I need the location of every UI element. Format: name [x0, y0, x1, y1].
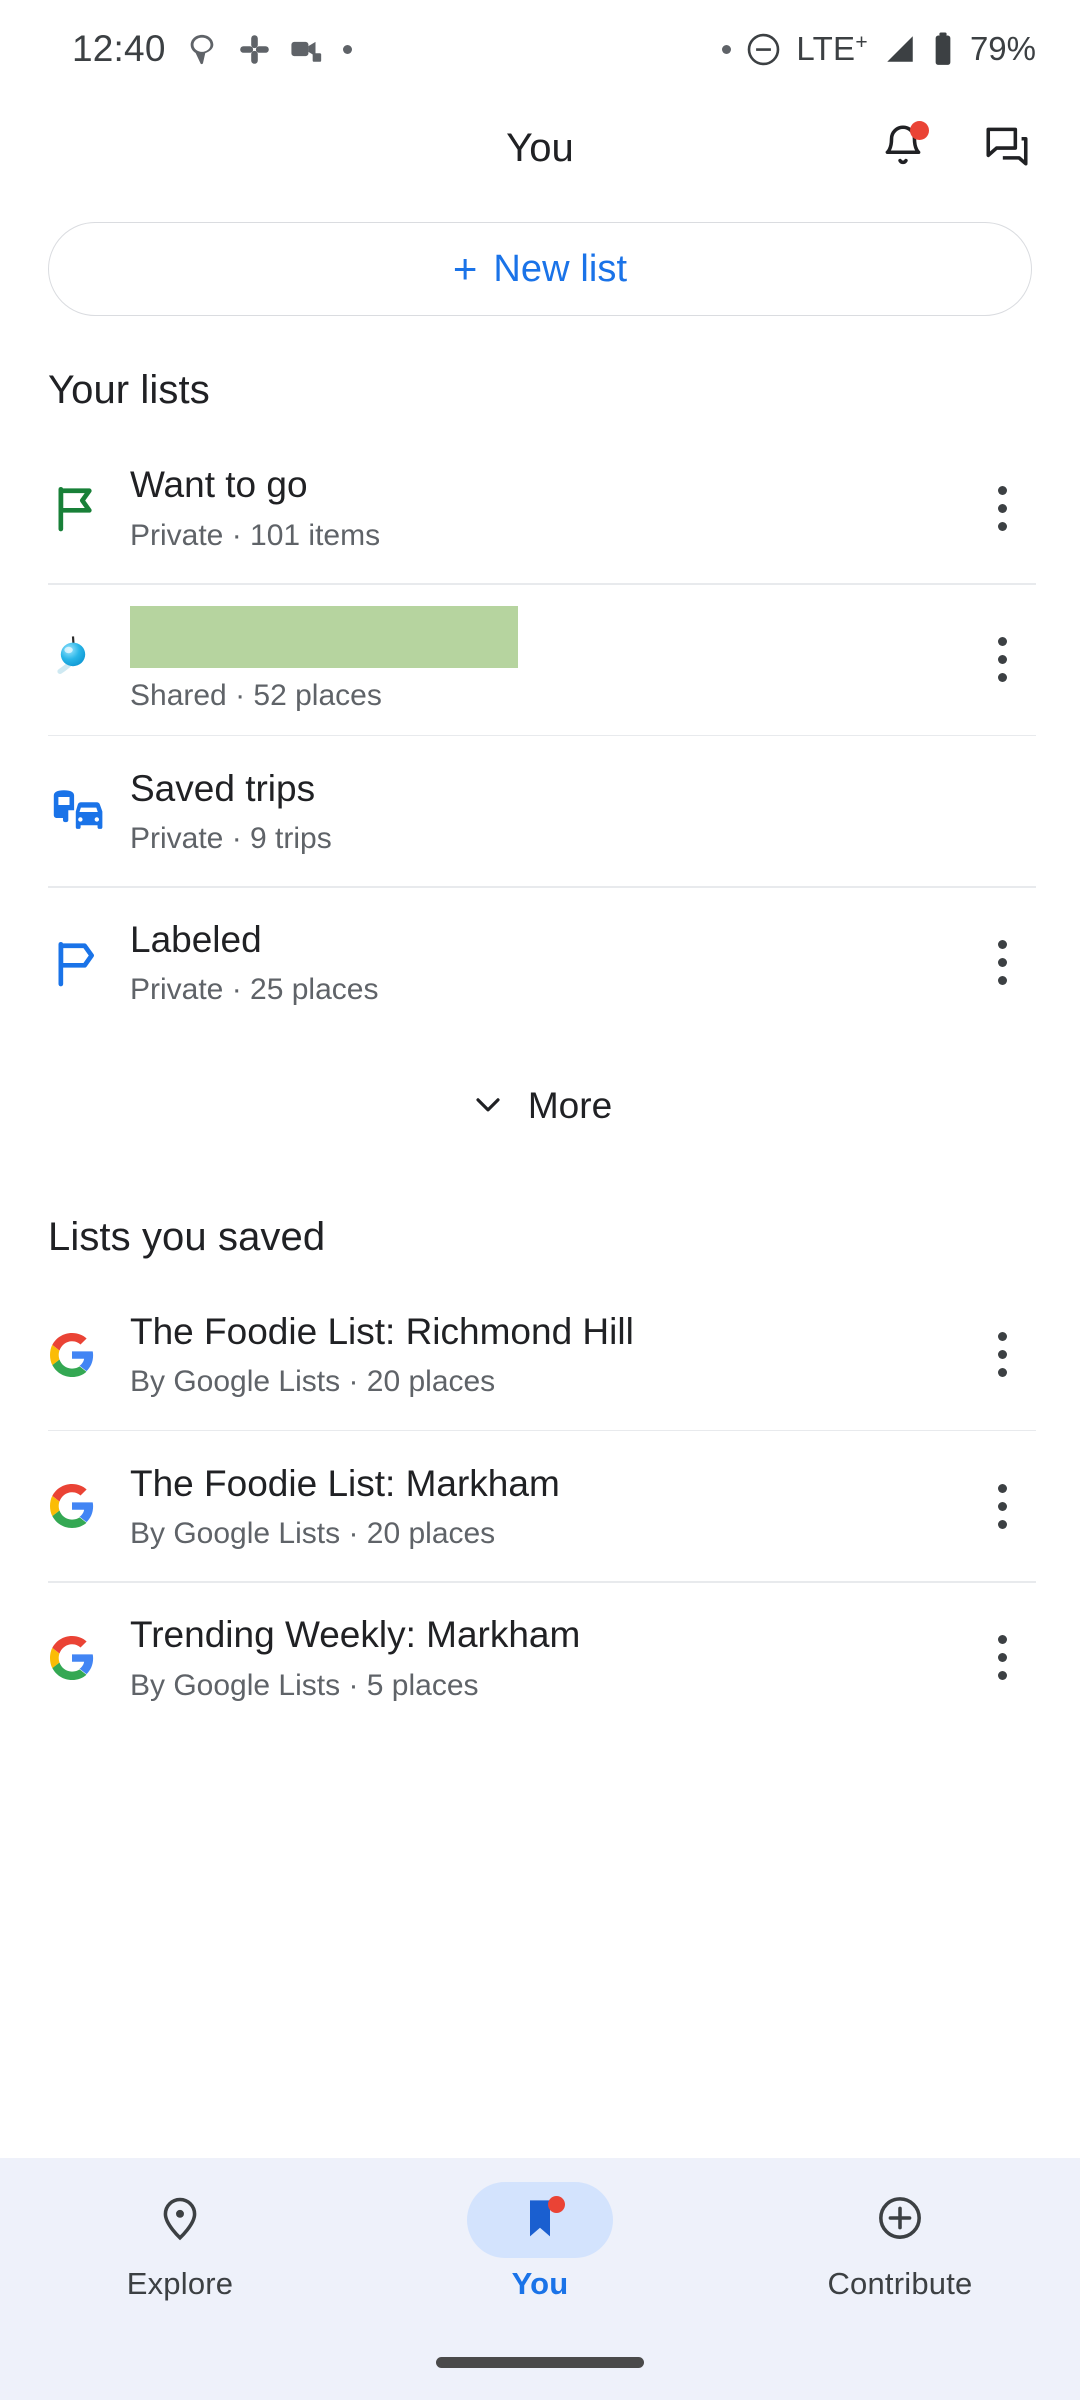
plus-circle-icon — [875, 2193, 925, 2248]
network-type-label: LTE+ — [796, 30, 868, 68]
list-item-shared-redacted[interactable]: Shared · 52 places — [0, 585, 1080, 735]
list-item-text: Labeled Private · 25 places — [130, 917, 964, 1008]
map-pin-icon — [155, 2193, 205, 2248]
saved-list-text: The Foodie List: Richmond Hill By Google… — [130, 1309, 964, 1400]
nav-tab-you[interactable]: You — [362, 2182, 718, 2302]
saved-list-overflow-menu[interactable] — [964, 1305, 1040, 1405]
app-screen: 12:40 — [0, 0, 1080, 2400]
status-overflow-dot-icon-right — [722, 45, 731, 54]
list-item-text: Shared · 52 places — [130, 606, 964, 714]
new-list-section: + New list — [0, 198, 1080, 316]
new-list-label: New list — [493, 248, 627, 291]
notification-badge — [910, 121, 929, 140]
status-bar-left: 12:40 — [72, 28, 352, 70]
list-item-subtitle: Private · 9 trips — [130, 821, 954, 857]
nav-pill-explore — [107, 2182, 253, 2258]
chevron-down-icon — [468, 1084, 508, 1129]
more-label: More — [528, 1085, 612, 1127]
status-overflow-dot-icon — [343, 45, 352, 54]
green-flag-icon — [48, 480, 130, 536]
list-item-title: Saved trips — [130, 766, 954, 811]
transit-car-icon — [48, 782, 130, 840]
header-actions — [870, 115, 1040, 181]
list-item-title: Labeled — [130, 917, 954, 962]
list-item-text: Saved trips Private · 9 trips — [130, 766, 964, 857]
battery-icon — [932, 31, 954, 67]
saved-list-subtitle: By Google Lists · 5 places — [130, 1668, 954, 1704]
bottom-navigation-bar: Explore You — [0, 2158, 1080, 2400]
nav-pill-you — [467, 2182, 613, 2258]
saved-list-item-foodie-markham[interactable]: The Foodie List: Markham By Google Lists… — [0, 1431, 1080, 1581]
saved-list-item-trending-markham[interactable]: Trending Weekly: Markham By Google Lists… — [0, 1583, 1080, 1733]
content-spacer — [0, 1733, 1080, 2158]
slack-icon — [238, 33, 271, 66]
list-item-saved-trips[interactable]: Saved trips Private · 9 trips — [0, 736, 1080, 886]
lists-you-saved-heading: Lists you saved — [0, 1149, 1080, 1280]
nav-label-contribute: Contribute — [827, 2266, 972, 2302]
list-item-subtitle: Private · 25 places — [130, 972, 954, 1008]
list-item-title-redacted — [130, 606, 518, 668]
saved-list-subtitle: By Google Lists · 20 places — [130, 1516, 954, 1552]
google-g-icon — [48, 1482, 130, 1530]
blue-pushpin-icon — [48, 630, 130, 690]
list-item-subtitle: Shared · 52 places — [130, 678, 954, 714]
saved-list-text: The Foodie List: Markham By Google Lists… — [130, 1461, 964, 1552]
saved-list-subtitle: By Google Lists · 20 places — [130, 1364, 954, 1400]
status-bar-right: LTE+ 79% — [722, 30, 1036, 68]
page-title: You — [506, 126, 574, 171]
nav-tab-contribute[interactable]: Contribute — [722, 2182, 1078, 2302]
plus-icon: + — [453, 248, 478, 290]
list-item-subtitle: Private · 101 items — [130, 518, 954, 554]
your-lists-group: Want to go Private · 101 items — [0, 433, 1080, 1038]
blue-flag-icon — [48, 935, 130, 991]
list-item-want-to-go[interactable]: Want to go Private · 101 items — [0, 433, 1080, 583]
status-bar: 12:40 — [0, 0, 1080, 98]
list-item-title: Want to go — [130, 462, 954, 507]
nav-label-you: You — [512, 2266, 569, 2302]
saved-list-overflow-menu[interactable] — [964, 1608, 1040, 1708]
your-lists-heading: Your lists — [0, 316, 1080, 433]
google-voice-icon — [185, 32, 219, 66]
saved-lists-group: The Foodie List: Richmond Hill By Google… — [0, 1280, 1080, 1733]
more-button[interactable]: More — [0, 1038, 1080, 1149]
chat-bubbles-icon — [982, 121, 1032, 176]
battery-percent-label: 79% — [970, 30, 1036, 68]
notifications-button[interactable] — [870, 115, 936, 181]
list-item-overflow-menu[interactable] — [964, 913, 1040, 1013]
new-list-button[interactable]: + New list — [48, 222, 1032, 316]
saved-list-title: Trending Weekly: Markham — [130, 1612, 954, 1657]
saved-list-title: The Foodie List: Markham — [130, 1461, 954, 1506]
status-bar-clock: 12:40 — [72, 28, 166, 70]
saved-list-overflow-menu[interactable] — [964, 1456, 1040, 1556]
nav-badge-you — [548, 2196, 565, 2213]
messages-button[interactable] — [974, 115, 1040, 181]
gesture-navigation-bar[interactable] — [436, 2357, 644, 2368]
saved-list-title: The Foodie List: Richmond Hill — [130, 1309, 954, 1354]
list-item-overflow-menu[interactable] — [964, 610, 1040, 710]
nav-label-explore: Explore — [127, 2266, 234, 2302]
nav-tab-explore[interactable]: Explore — [2, 2182, 358, 2302]
google-g-icon — [48, 1331, 130, 1379]
app-header: You — [0, 98, 1080, 198]
saved-list-text: Trending Weekly: Markham By Google Lists… — [130, 1612, 964, 1703]
do-not-disturb-icon — [745, 31, 782, 68]
signal-icon — [882, 31, 918, 67]
list-item-overflow-menu[interactable] — [964, 458, 1040, 558]
nav-pill-contribute — [827, 2182, 973, 2258]
google-g-icon — [48, 1634, 130, 1682]
list-item-text: Want to go Private · 101 items — [130, 462, 964, 553]
list-item-labeled[interactable]: Labeled Private · 25 places — [0, 888, 1080, 1038]
media-icon — [290, 32, 324, 66]
saved-list-item-foodie-richmond-hill[interactable]: The Foodie List: Richmond Hill By Google… — [0, 1280, 1080, 1430]
